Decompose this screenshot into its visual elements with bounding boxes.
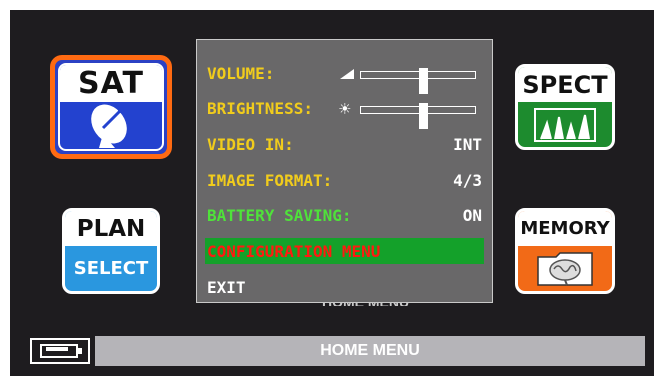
satellite-dish-icon xyxy=(60,102,162,149)
exit-label: EXIT xyxy=(207,277,246,297)
spect-tile-label: SPECT xyxy=(518,67,612,103)
brightness-slider-track xyxy=(360,103,476,129)
volume-icon xyxy=(340,69,354,79)
volume-label: VOLUME: xyxy=(207,63,275,83)
battery-saving-label: BATTERY SAVING: xyxy=(207,205,352,225)
battery-saving-row[interactable]: BATTERY SAVING: ON xyxy=(207,202,482,228)
volume-slider-thumb[interactable] xyxy=(419,68,428,94)
video-in-label: VIDEO IN: xyxy=(207,134,294,154)
volume-slider[interactable] xyxy=(332,65,476,94)
brightness-slider-thumb[interactable] xyxy=(419,103,428,129)
memory-tile-label: MEMORY xyxy=(518,211,612,247)
memory-tile[interactable]: MEMORY xyxy=(515,208,615,294)
status-bar: HOME MENU xyxy=(95,336,645,366)
brain-folder-icon xyxy=(518,246,612,291)
configuration-menu-panel: VOLUME: BRIGHTNESS: ☀ VIDEO IN: INT IMAG… xyxy=(196,39,493,303)
image-format-label: IMAGE FORMAT: xyxy=(207,170,333,190)
select-tile-label: SELECT xyxy=(73,258,149,280)
sat-tile-inner: SAT xyxy=(58,63,164,151)
spect-tile[interactable]: SPECT xyxy=(515,64,615,150)
brightness-label: BRIGHTNESS: xyxy=(207,98,313,118)
battery-tip xyxy=(78,348,82,354)
plan-select-tile[interactable]: PLAN SELECT xyxy=(62,208,160,294)
configuration-menu-label: CONFIGURATION MENU xyxy=(207,241,381,261)
battery-plug xyxy=(46,347,68,351)
sat-tile[interactable]: SAT xyxy=(50,55,172,159)
image-format-value: 4/3 xyxy=(453,170,482,190)
status-bar-title: HOME MENU xyxy=(320,342,420,359)
configuration-menu-item[interactable]: CONFIGURATION MENU xyxy=(205,238,484,264)
volume-row[interactable]: VOLUME: xyxy=(207,60,482,94)
exit-item[interactable]: EXIT xyxy=(207,274,482,300)
battery-saving-value: ON xyxy=(462,205,482,225)
video-in-value: INT xyxy=(453,134,482,154)
brightness-row[interactable]: BRIGHTNESS: ☀ xyxy=(207,95,482,129)
brightness-slider[interactable]: ☀ xyxy=(332,100,476,129)
battery-status xyxy=(30,338,90,364)
spectrum-icon xyxy=(518,102,612,147)
sat-tile-label: SAT xyxy=(60,65,162,102)
image-format-row[interactable]: IMAGE FORMAT: 4/3 xyxy=(207,167,482,193)
plan-tile-label: PLAN xyxy=(65,211,157,247)
volume-slider-track xyxy=(360,68,476,94)
video-in-row[interactable]: VIDEO IN: INT xyxy=(207,131,482,157)
sun-icon: ☀ xyxy=(338,100,352,118)
